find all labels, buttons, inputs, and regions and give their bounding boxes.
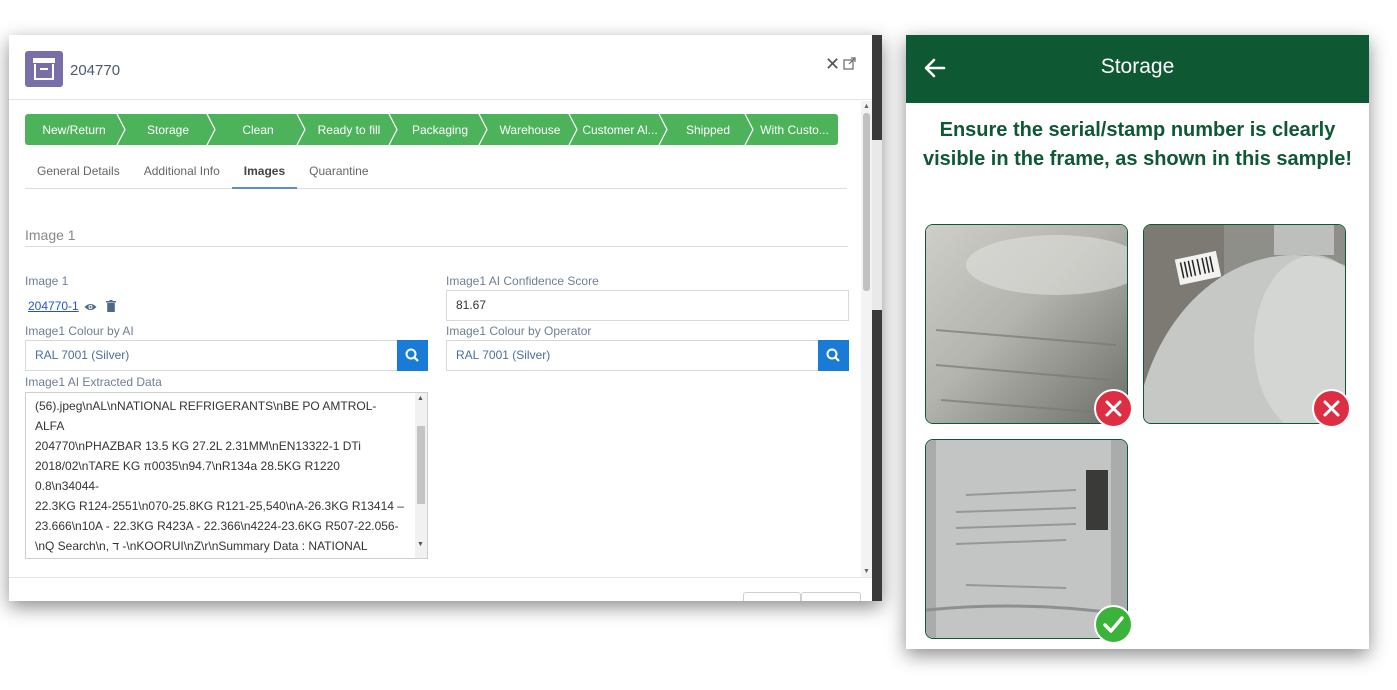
pipeline-stage-ready-to-fill[interactable]: Ready to fill — [303, 114, 402, 145]
extracted-data-label: Image1 AI Extracted Data — [25, 375, 162, 389]
app-header: Storage — [906, 35, 1369, 103]
pipeline-stage-with-custo[interactable]: With Custo... — [751, 114, 838, 145]
pipeline-stage-label: Shipped — [685, 122, 731, 137]
incorrect-badge-1 — [1094, 389, 1133, 428]
pipeline-stage-label: Ready to fill — [317, 122, 381, 137]
chevron-right-icon — [478, 114, 492, 145]
pipeline-stage-label: Warehouse — [499, 122, 561, 137]
pipeline-stage-packaging[interactable]: Packaging — [395, 114, 492, 145]
extracted-data-line: (56).jpeg\nAL\nNATIONAL REFRIGERANTS\nBE… — [35, 399, 377, 433]
pipeline-stage-storage[interactable]: Storage — [123, 114, 220, 145]
colour-ai-search-button[interactable] — [397, 340, 428, 371]
tab-general-details[interactable]: General Details — [25, 158, 132, 189]
chevron-right-icon — [116, 114, 130, 145]
extracted-data-line: REFRIGERANTS -> 0 (NATIONAL REFRIGERANTS… — [35, 556, 405, 558]
extracted-data-line: 22.3KG R124-2551\n070-25.8KG R121-25,540… — [35, 499, 404, 513]
modal-body: New/Return Storage Clean Ready to fill Packa… — [9, 101, 861, 577]
extracted-data-text: (56).jpeg\nAL\nNATIONAL REFRIGERANTS\nBE… — [35, 396, 405, 558]
tab-bar: General Details Additional Info Images Q… — [25, 158, 847, 189]
trash-icon[interactable] — [106, 300, 116, 312]
archive-box-icon — [25, 51, 63, 87]
close-icon — [1323, 400, 1340, 417]
extracted-data-line: 2018/02\nTARE KG π0035\n94.7\nR134a 28.5… — [35, 459, 340, 493]
chevron-right-icon — [296, 114, 310, 145]
footer-button-left[interactable] — [743, 592, 801, 601]
colour-ai-label: Image1 Colour by AI — [25, 324, 134, 338]
confidence-score-label: Image1 AI Confidence Score — [446, 274, 599, 288]
check-icon — [1103, 616, 1124, 633]
pipeline-stage-label: Packaging — [411, 122, 469, 137]
screen-title: Storage — [1100, 55, 1175, 78]
chevron-right-icon — [388, 114, 402, 145]
modal-header: 204770 ✕ — [9, 35, 872, 100]
pipeline-stage-new-return[interactable]: New/Return — [25, 114, 130, 145]
extracted-data-textarea[interactable]: (56).jpeg\nAL\nNATIONAL REFRIGERANTS\nBE… — [25, 392, 428, 559]
chevron-right-icon — [744, 114, 758, 145]
tab-quarantine[interactable]: Quarantine — [297, 158, 380, 189]
pipeline-stage-warehouse[interactable]: Warehouse — [485, 114, 582, 145]
status-pipeline: New/Return Storage Clean Ready to fill Packa… — [25, 114, 838, 145]
colour-ai-field[interactable]: RAL 7001 (Silver) — [25, 340, 398, 371]
incorrect-badge-2 — [1312, 389, 1351, 428]
tab-images[interactable]: Images — [231, 158, 298, 189]
footer-button-right[interactable] — [801, 592, 861, 601]
pipeline-stage-customer-al[interactable]: Customer Al... — [575, 114, 672, 145]
open-external-icon[interactable] — [843, 57, 856, 70]
eye-icon[interactable] — [84, 301, 97, 313]
extracted-data-line: 23.666\n10A - 22.3KG R423A - 22.366\n422… — [35, 519, 399, 533]
chevron-right-icon — [206, 114, 220, 145]
search-icon — [405, 348, 419, 362]
extracted-data-line: \nQ Search\n, ד -\nKOORUI\nZ\r\nSummary … — [35, 539, 368, 553]
record-modal: 204770 ✕ New/Return Storage Clean Ready to … — [9, 35, 882, 601]
pipeline-stage-shipped[interactable]: Shipped — [665, 114, 758, 145]
correct-badge — [1094, 605, 1133, 644]
confidence-score-field[interactable]: 81.67 — [446, 290, 849, 321]
instruction-text: Ensure the serial/stamp number is clearl… — [922, 119, 1352, 170]
pipeline-stage-label: Customer Al... — [582, 122, 658, 137]
colour-operator-label: Image1 Colour by Operator — [446, 324, 592, 338]
modal-footer — [9, 577, 872, 601]
chevron-right-icon — [568, 114, 582, 145]
pipeline-stage-label: Clean — [242, 122, 274, 137]
colour-operator-field[interactable]: RAL 7001 (Silver) — [446, 340, 819, 371]
section-divider — [25, 246, 848, 247]
record-title: 204770 — [70, 62, 121, 79]
pipeline-stage-clean[interactable]: Clean — [213, 114, 310, 145]
extracted-data-line: 204770\nPHAZBAR 13.5 KG 27.2L 2.31MM\nEN… — [35, 439, 361, 453]
pipeline-stage-label: With Custo... — [760, 122, 829, 137]
modal-scrollbar[interactable]: ▲ ▼ — [861, 101, 872, 577]
close-icon — [1105, 400, 1122, 417]
mobile-screen: Storage Ensure the serial/stamp number i… — [906, 35, 1369, 649]
image1-label: Image 1 — [25, 274, 69, 288]
search-icon — [826, 348, 840, 362]
section-title: Image 1 — [25, 227, 76, 243]
pipeline-stage-label: New/Return — [42, 122, 106, 137]
pipeline-stage-label: Storage — [146, 122, 190, 137]
chevron-right-icon — [658, 114, 672, 145]
background-page-edge — [872, 35, 882, 601]
textarea-scrollbar[interactable]: ▲ ▼ — [415, 393, 427, 558]
background-page-strip — [872, 140, 882, 310]
colour-operator-search-button[interactable] — [818, 340, 849, 371]
image1-link[interactable]: 204770-1 — [28, 299, 79, 313]
tab-additional-info[interactable]: Additional Info — [132, 158, 232, 189]
close-icon[interactable]: ✕ — [825, 55, 840, 73]
